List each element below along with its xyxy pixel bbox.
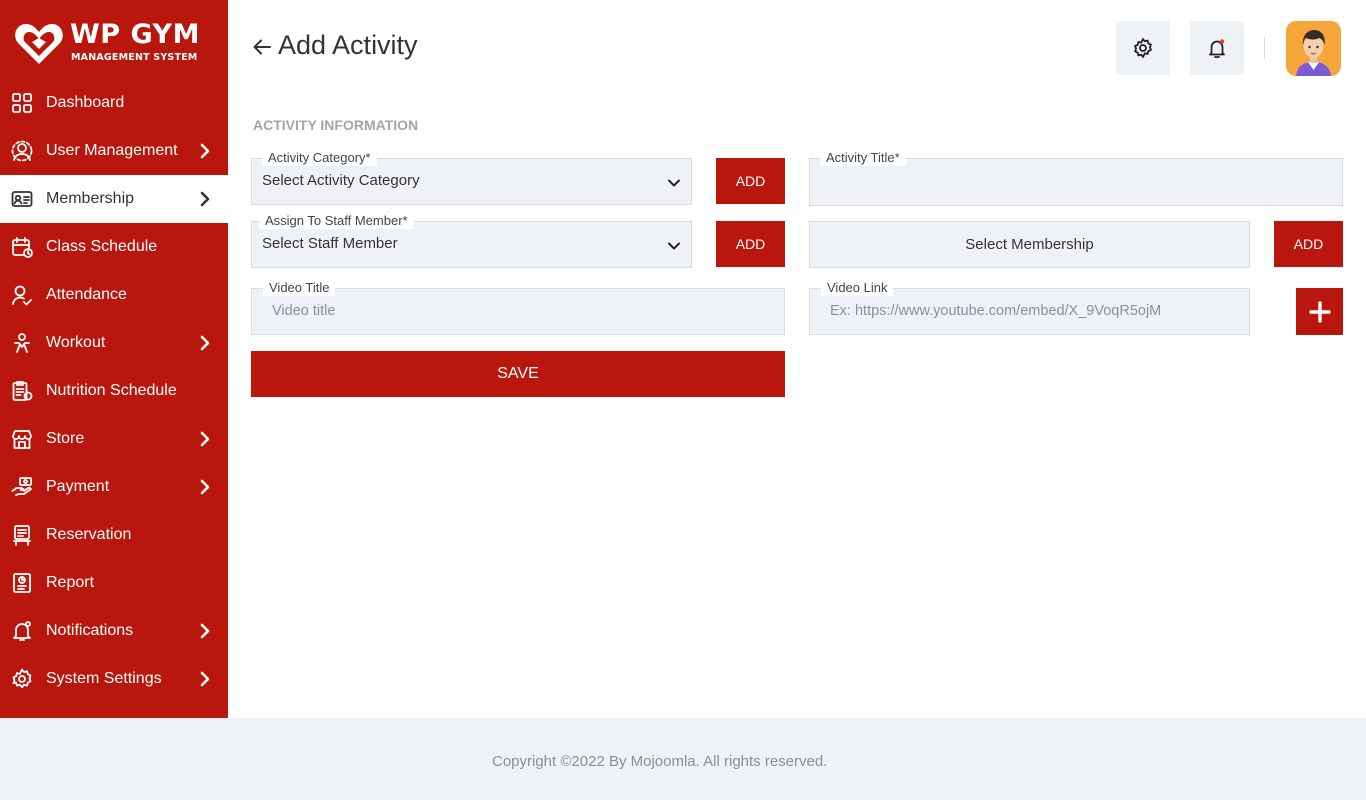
sidebar-item-label: Store [46,430,85,447]
chevron-right-icon [198,191,212,207]
add-membership-button[interactable]: ADD [1274,221,1343,267]
clipboard-icon [11,380,33,402]
plus-icon [1308,300,1331,323]
page-title: Add Activity [278,30,418,60]
video-link-field[interactable]: Video Link Ex: https://www.youtube.com/e… [809,280,1250,335]
sidebar-item-report[interactable]: Report [0,559,228,607]
brand-logo[interactable]: WP GYM MANAGEMENT SYSTEM [14,18,214,68]
gear-icon [11,668,33,690]
staff-member-value: Select Staff Member [262,235,398,252]
chevron-right-icon [198,671,212,687]
sidebar-item-store[interactable]: Store [0,415,228,463]
user-gear-icon [11,140,33,162]
sidebar-item-attendance[interactable]: Attendance [0,271,228,319]
sidebar-item-label: Attendance [46,286,127,303]
sidebar-item-reservation[interactable]: Reservation [0,511,228,559]
activity-title-label: Activity Title* [820,150,906,166]
membership-select-value: Select Membership [965,236,1094,253]
sidebar-item-system-settings[interactable]: System Settings [0,655,228,703]
sidebar-item-workout[interactable]: Workout [0,319,228,367]
sidebar-item-label: Workout [46,334,106,351]
dashboard-grid-icon [11,92,33,114]
footer: Copyright ©2022 By Mojoomla. All rights … [0,718,1366,800]
sidebar-item-label: Reservation [46,526,132,543]
activity-title-field[interactable]: Activity Title* [809,150,1343,206]
video-title-label: Video Title [263,280,336,296]
bell-icon [11,620,33,642]
staff-member-select[interactable]: Assign To Staff Member* Select Staff Mem… [251,213,692,268]
sidebar-nav: Dashboard User Management Membership Cla… [0,79,228,703]
chevron-right-icon [198,623,212,639]
user-avatar-icon [1296,30,1331,76]
video-title-field[interactable]: Video Title Video title [251,280,785,335]
brand-subtitle: MANAGEMENT SYSTEM [71,52,198,63]
gear-icon [1134,38,1152,58]
notifications-button[interactable] [1190,21,1244,75]
sidebar-item-label: Nutrition Schedule [46,382,177,399]
logo-heart-icon [15,24,63,64]
chevron-right-icon [198,143,212,159]
add-video-button[interactable] [1296,288,1343,335]
sidebar-item-label: Membership [46,190,135,207]
activity-category-select[interactable]: Activity Category* Select Activity Categ… [251,150,692,205]
sidebar-item-label: Notifications [46,622,134,639]
sidebar-item-notifications[interactable]: Notifications [0,607,228,655]
staff-member-label: Assign To Staff Member* [259,213,414,229]
workout-icon [11,332,33,354]
header-divider [1264,37,1265,59]
back-arrow-icon[interactable] [252,37,272,57]
settings-button[interactable] [1116,21,1170,75]
chevron-right-icon [198,431,212,447]
bell-icon [1209,39,1225,58]
video-link-placeholder: Ex: https://www.youtube.com/embed/X_9Voq… [830,303,1162,319]
sidebar-item-label: Report [46,574,95,591]
reservation-icon [11,524,33,546]
report-icon [11,572,33,594]
activity-category-label: Activity Category* [262,150,377,166]
add-activity-category-button[interactable]: ADD [716,158,785,204]
activity-category-value: Select Activity Category [262,172,420,189]
save-button[interactable]: SAVE [251,351,785,397]
sidebar: WP GYM MANAGEMENT SYSTEM Dashboard User … [0,0,228,718]
sidebar-item-label: User Management [46,142,178,159]
sidebar-item-label: Dashboard [46,94,125,111]
video-link-label: Video Link [821,280,894,296]
store-icon [11,428,33,450]
chevron-right-icon [198,479,212,495]
sidebar-item-label: Payment [46,478,110,495]
sidebar-item-user-management[interactable]: User Management [0,127,228,175]
user-check-icon [11,284,33,306]
sidebar-item-label: System Settings [46,670,162,687]
membership-select[interactable]: Select Membership [809,221,1250,268]
video-title-placeholder: Video title [272,303,336,319]
footer-copyright: Copyright ©2022 By Mojoomla. All rights … [492,753,828,770]
add-staff-member-button[interactable]: ADD [716,221,785,267]
sidebar-item-payment[interactable]: Payment [0,463,228,511]
sidebar-item-label: Class Schedule [46,238,158,255]
section-title: ACTIVITY INFORMATION [253,117,419,133]
brand-title: WP GYM [70,19,200,50]
calendar-icon [11,236,33,258]
avatar[interactable] [1286,21,1341,76]
sidebar-item-class-schedule[interactable]: Class Schedule [0,223,228,271]
membership-card-icon [11,188,33,210]
sidebar-item-nutrition-schedule[interactable]: Nutrition Schedule [0,367,228,415]
payment-hand-icon [11,476,33,498]
chevron-down-icon [666,175,682,191]
sidebar-item-dashboard[interactable]: Dashboard [0,79,228,127]
chevron-down-icon [666,238,682,254]
sidebar-item-membership[interactable]: Membership [0,175,228,223]
chevron-right-icon [198,335,212,351]
